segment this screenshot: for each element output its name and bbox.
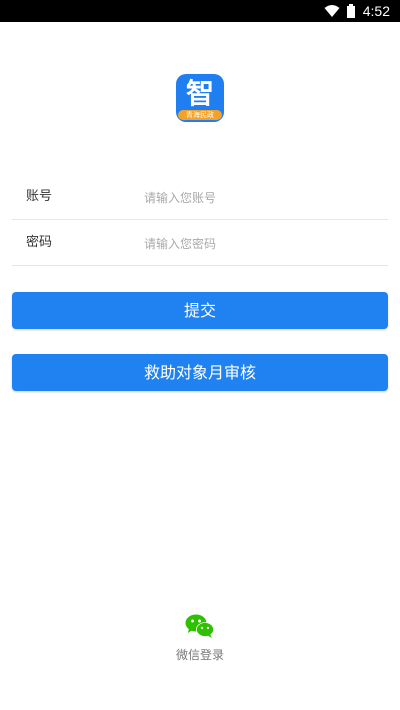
wechat-login-label[interactable]: 微信登录 bbox=[0, 646, 400, 663]
wifi-icon bbox=[324, 5, 340, 17]
monthly-audit-button[interactable]: 救助对象月审核 bbox=[12, 354, 388, 391]
status-bar: 4:52 bbox=[0, 0, 400, 22]
password-input[interactable] bbox=[142, 228, 382, 260]
app-logo: 智 青海民政 bbox=[176, 74, 224, 122]
status-time: 4:52 bbox=[362, 3, 390, 19]
password-label: 密码 bbox=[26, 235, 53, 250]
submit-button[interactable]: 提交 bbox=[12, 292, 388, 329]
logo-glyph: 智 bbox=[185, 77, 214, 110]
account-label: 账号 bbox=[26, 189, 53, 204]
password-row: 密码 bbox=[12, 220, 388, 266]
logo-ribbon-text: 青海民政 bbox=[178, 110, 222, 120]
battery-icon bbox=[346, 4, 355, 18]
wechat-icon[interactable] bbox=[185, 613, 215, 639]
account-row: 账号 bbox=[12, 174, 388, 220]
account-input[interactable] bbox=[142, 182, 382, 214]
